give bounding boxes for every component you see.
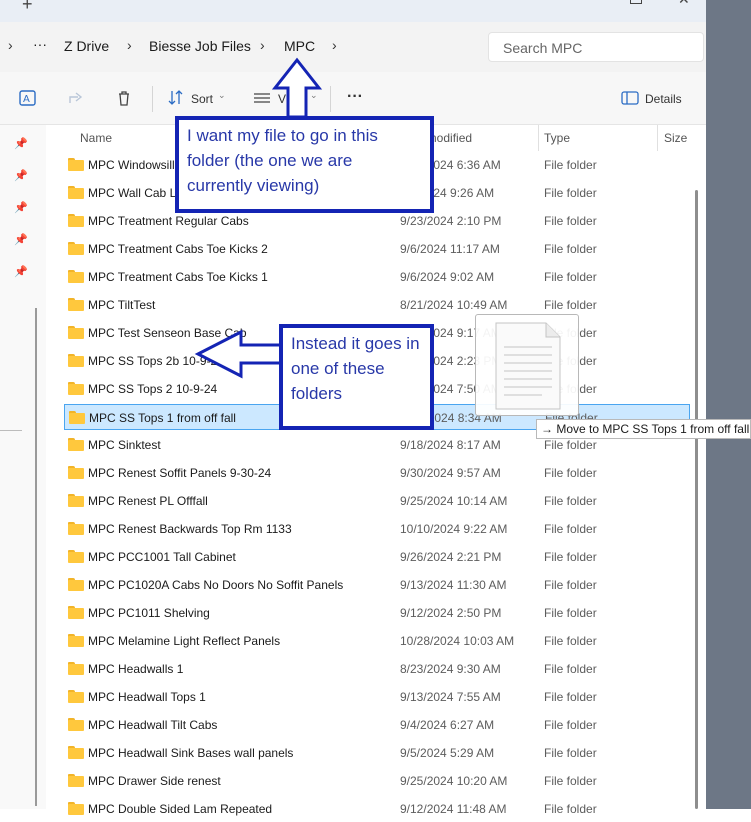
annotation-callout-actual: Instead it goes in one of these folders <box>279 324 434 430</box>
annotation-callout-target: I want my file to go in this folder (the… <box>175 116 434 213</box>
left-arrow-annotation <box>194 329 283 379</box>
up-arrow-annotation <box>271 57 323 119</box>
